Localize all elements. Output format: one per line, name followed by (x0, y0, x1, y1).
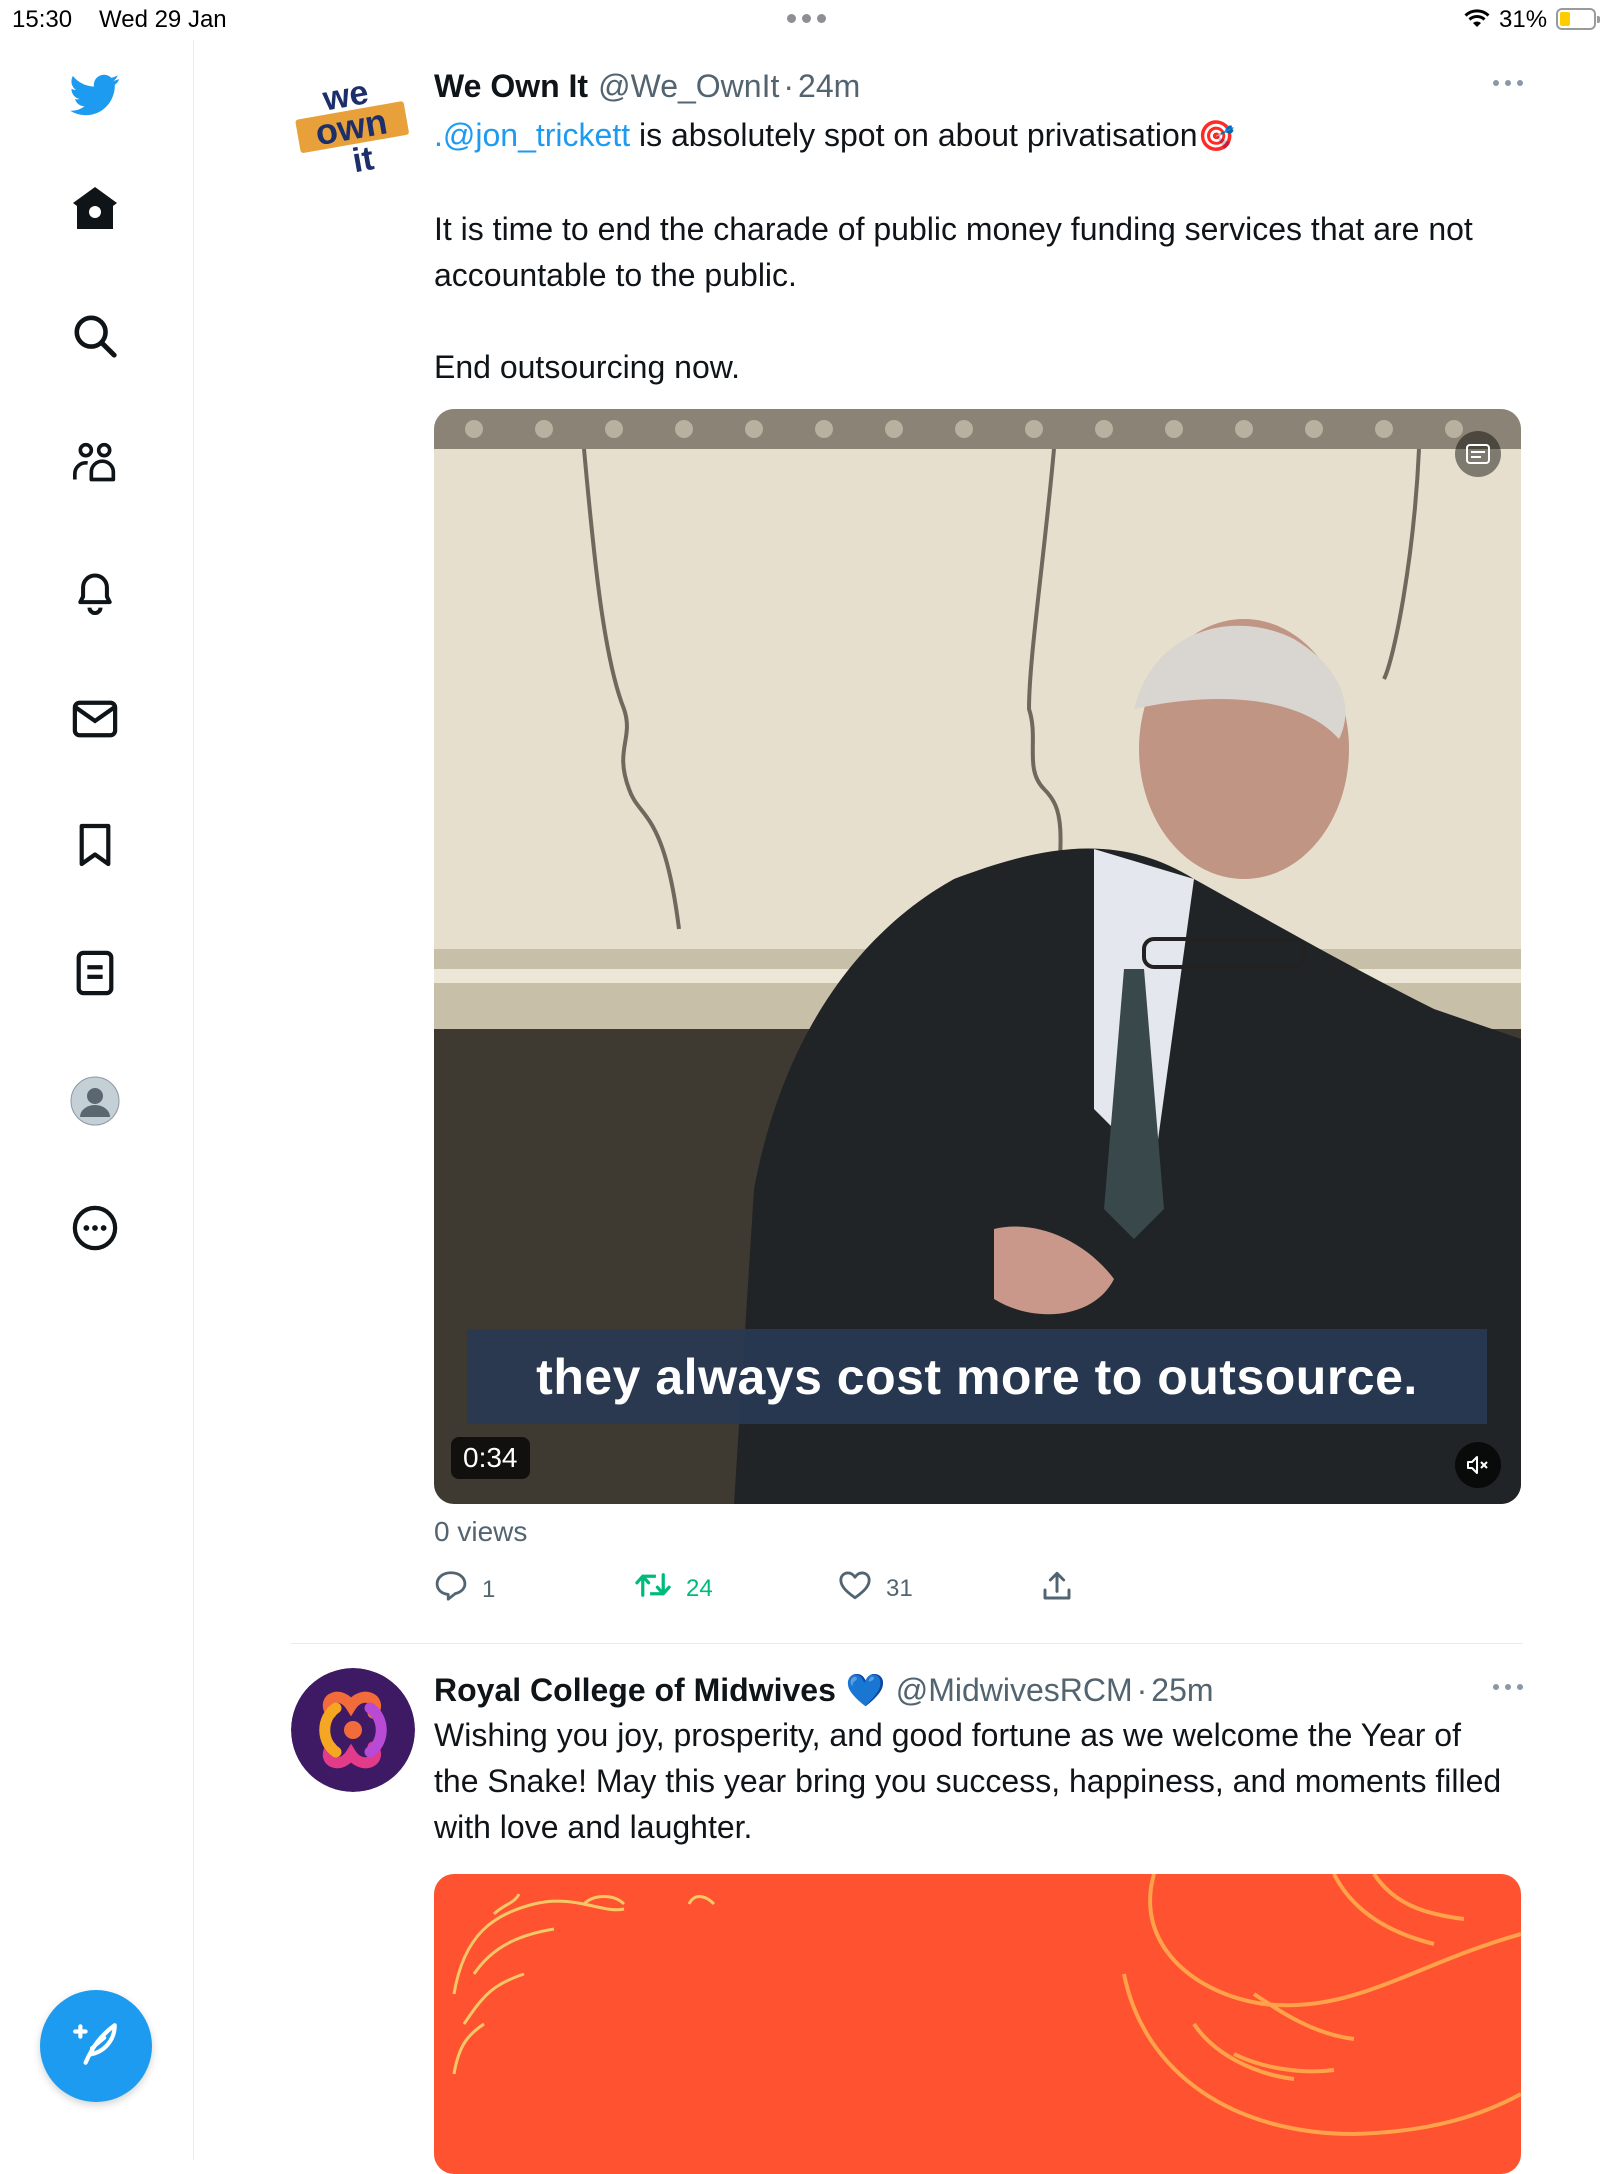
tweet-image[interactable] (434, 1874, 1521, 2174)
home-icon[interactable] (70, 183, 120, 233)
tweet-header: Royal College of Midwives 💙 @MidwivesRCM… (434, 1668, 1214, 1712)
compose-tweet-icon (71, 2019, 121, 2074)
mention-link[interactable]: .@jon_trickett (434, 117, 630, 153)
tweet-line-1-text: is absolutely spot on about privatisatio… (630, 117, 1198, 153)
like-count: 31 (886, 1574, 913, 1602)
blue-heart-emoji-icon: 💙 (845, 1672, 886, 1708)
reply-icon (434, 1570, 468, 1609)
video-caption: they always cost more to outsource. (467, 1329, 1487, 1424)
tweet-royal-college-of-midwives[interactable]: Royal College of Midwives 💙 @MidwivesRCM… (291, 1668, 1523, 2174)
share-button[interactable] (1042, 1570, 1072, 1609)
mute-icon[interactable] (1455, 1442, 1501, 1488)
tweet-actions: 1 24 31 (434, 1570, 1134, 1616)
reply-count: 1 (482, 1575, 496, 1603)
video-duration: 0:34 (451, 1437, 530, 1479)
header-separator: · (783, 67, 795, 104)
retweet-icon (634, 1570, 672, 1607)
tweet-line-1: .@jon_trickett is absolutely spot on abo… (434, 112, 1514, 160)
heart-icon (838, 1570, 872, 1607)
tweet-time[interactable]: 24m (798, 68, 860, 105)
retweet-button[interactable]: 24 (634, 1570, 713, 1607)
more-options-icon[interactable] (1493, 1684, 1523, 1690)
status-date: Wed 29 Jan (99, 6, 227, 33)
avatar-icon[interactable] (70, 1076, 120, 1126)
bell-icon[interactable] (70, 567, 120, 617)
tweet-body: .@jon_trickett is absolutely spot on abo… (434, 112, 1514, 390)
list-icon[interactable] (70, 948, 120, 998)
target-emoji-icon: 🎯 (1197, 120, 1235, 153)
author-handle[interactable]: @We_OwnIt (598, 68, 779, 105)
tweet-time[interactable]: 25m (1151, 1672, 1213, 1709)
author-avatar[interactable] (291, 1668, 415, 1792)
retweet-count: 24 (686, 1574, 713, 1602)
tweet-we-own-it[interactable]: we own it We Own It @We_OwnIt · 24m .@jo… (291, 64, 1523, 1624)
author-name[interactable]: Royal College of Midwives (434, 1672, 836, 1709)
reply-button[interactable]: 1 (434, 1570, 495, 1609)
wifi-icon (1462, 6, 1492, 35)
battery-percent: 31% (1499, 6, 1548, 33)
view-count: 0 views (434, 1516, 528, 1547)
tweet-body: Wishing you joy, prosperity, and good fo… (434, 1717, 1502, 1845)
communities-icon[interactable] (70, 438, 120, 488)
search-icon[interactable] (70, 311, 120, 361)
like-button[interactable]: 31 (838, 1570, 913, 1607)
header-separator: · (1136, 1671, 1148, 1708)
more-circle-icon[interactable] (70, 1203, 120, 1253)
tweet-paragraph-3: End outsourcing now. (434, 349, 740, 385)
new-year-image (434, 1874, 1521, 2174)
tweet-divider (291, 1643, 1523, 1644)
status-time: 15:30 (12, 6, 73, 33)
author-handle[interactable]: @MidwivesRCM (896, 1672, 1133, 1709)
bookmark-icon[interactable] (70, 820, 120, 870)
battery-icon (1556, 8, 1600, 30)
author-name[interactable]: We Own It (434, 68, 588, 105)
status-bar: 15:30 Wed 29 Jan 31% (0, 0, 1620, 40)
tweet-header: We Own It @We_OwnIt · 24m (434, 64, 860, 108)
share-icon (1042, 1570, 1072, 1609)
video-player[interactable]: they always cost more to outsource. 0:34 (434, 409, 1521, 1504)
compose-tweet-button[interactable] (40, 1990, 152, 2102)
multitasking-dots-icon[interactable] (787, 14, 826, 23)
author-avatar[interactable]: we own it (291, 64, 415, 188)
tweet-paragraph-2: It is time to end the charade of public … (434, 211, 1473, 293)
twitter-bird-icon[interactable] (70, 70, 120, 120)
more-options-icon[interactable] (1493, 80, 1523, 86)
mail-icon[interactable] (70, 694, 120, 744)
sidebar-nav (0, 40, 194, 2160)
captions-icon[interactable] (1455, 431, 1501, 477)
